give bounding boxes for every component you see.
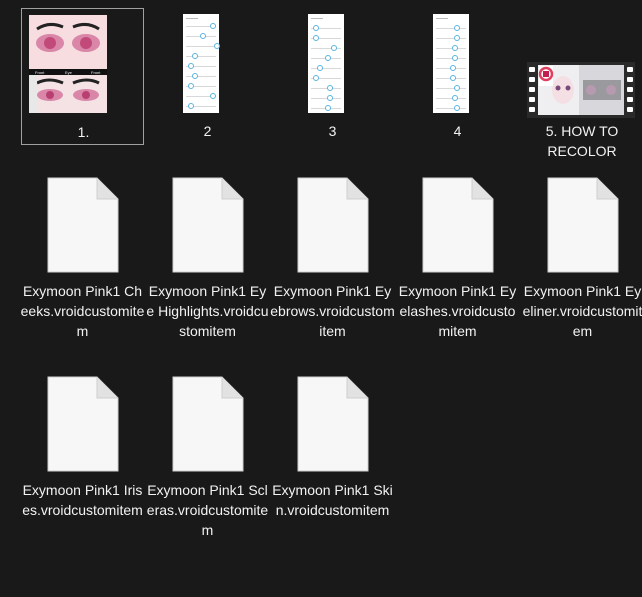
- file-label: Exymoon Pink1 Skin.vroidcustomitem: [272, 482, 393, 518]
- file-item-image-1[interactable]: Front Eye Front 1.: [21, 8, 144, 145]
- eyes-makeup-thumbnail: Front Eye Front: [29, 15, 107, 113]
- file-item-vroidcustomitem[interactable]: Exymoon Pink1 Eyeliner.vroidcustomitem: [520, 170, 642, 350]
- file-label: Exymoon Pink1 Eye Highlights.vroidcustom…: [146, 283, 269, 339]
- file-item-image-2[interactable]: 2: [145, 8, 268, 145]
- settings-thumbnail: [183, 14, 220, 113]
- file-item-vroidcustomitem[interactable]: Exymoon Pink1 Scleras.vroidcustomitem: [145, 369, 270, 549]
- settings-thumbnail: [433, 14, 469, 113]
- blank-file-icon: [172, 177, 244, 273]
- settings-thumbnail: [308, 14, 344, 113]
- file-item-vroidcustomitem[interactable]: Exymoon Pink1 Irises.vroidcustomitem: [20, 369, 145, 549]
- blank-file-icon: [547, 177, 619, 273]
- video-film-thumbnail: [527, 62, 635, 118]
- file-item-vroidcustomitem[interactable]: Exymoon Pink1 Eyebrows.vroidcustomitem: [270, 170, 395, 350]
- file-label: 1.: [77, 124, 90, 140]
- file-item-vroidcustomitem[interactable]: Exymoon Pink1 Skin.vroidcustomitem: [270, 369, 395, 549]
- blank-file-icon: [297, 177, 369, 273]
- file-item-image-4[interactable]: 4: [395, 8, 518, 145]
- file-item-vroidcustomitem[interactable]: Exymoon Pink1 Eyelashes.vroidcustomitem: [395, 170, 520, 350]
- file-label: Exymoon Pink1 Eyebrows.vroidcustomitem: [270, 283, 395, 339]
- thumb-text-eye: Eye: [65, 70, 73, 75]
- file-label: 4: [453, 123, 462, 139]
- file-label: 3: [328, 123, 337, 139]
- blank-file-icon: [172, 376, 244, 472]
- blank-file-icon: [422, 177, 494, 273]
- file-label: 2: [203, 123, 212, 139]
- file-label: Exymoon Pink1 Scleras.vroidcustomitem: [146, 482, 269, 538]
- thumb-text-front-2: Front: [91, 70, 101, 75]
- file-label: Exymoon Pink1 Eyelashes.vroidcustomitem: [398, 283, 517, 339]
- file-label: 5. HOW TO RECOLOR: [545, 123, 619, 159]
- file-item-image-3[interactable]: 3: [270, 8, 393, 145]
- file-label: Exymoon Pink1 Cheeks.vroidcustomitem: [20, 283, 145, 339]
- file-label: Exymoon Pink1 Eyeliner.vroidcustomitem: [522, 283, 642, 339]
- blank-file-icon: [47, 177, 119, 273]
- file-item-video[interactable]: 5. HOW TO RECOLOR: [520, 8, 642, 163]
- file-item-vroidcustomitem[interactable]: Exymoon Pink1 Cheeks.vroidcustomitem: [20, 170, 145, 350]
- file-item-vroidcustomitem[interactable]: Exymoon Pink1 Eye Highlights.vroidcustom…: [145, 170, 270, 350]
- thumb-text-front: Front: [35, 70, 45, 75]
- blank-file-icon: [47, 376, 119, 472]
- blank-file-icon: [297, 376, 369, 472]
- file-label: Exymoon Pink1 Irises.vroidcustomitem: [22, 482, 143, 518]
